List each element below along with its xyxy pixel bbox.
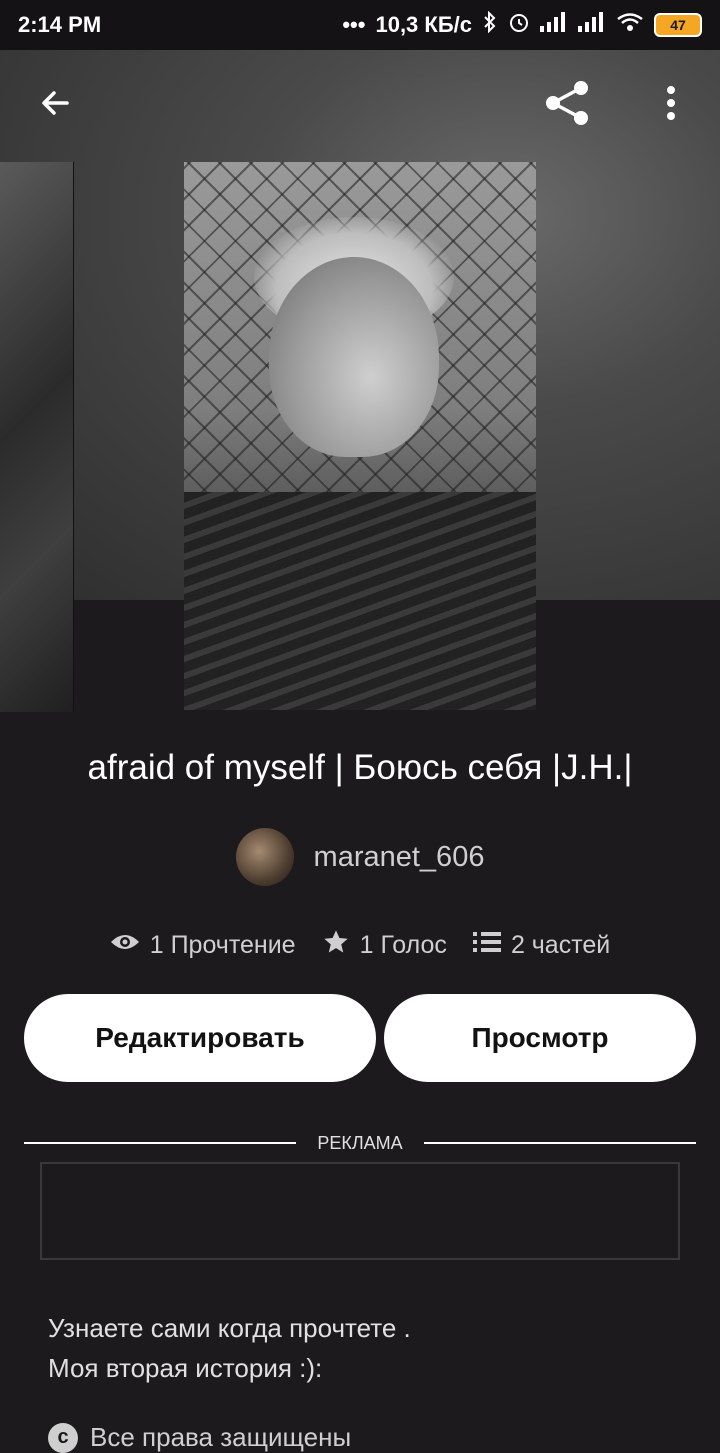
parts-stat: 2 частей (472, 931, 611, 960)
more-options-button[interactable] (636, 70, 706, 140)
divider-line (424, 1142, 696, 1144)
description-line: Моя вторая история :): (48, 1353, 323, 1383)
previous-cover[interactable] (0, 162, 74, 712)
top-nav (0, 70, 720, 140)
author-name[interactable]: maranet_606 (314, 841, 485, 874)
battery-icon: 47 (654, 13, 702, 37)
description-line: Узнаете сами когда прочтете . (48, 1313, 411, 1343)
story-cover[interactable] (184, 162, 536, 710)
votes-stat: 1 Голос (322, 928, 447, 963)
reads-count: 1 Прочтение (149, 931, 296, 959)
copyright-row: c Все права защищены (48, 1422, 351, 1453)
signal-icon (540, 12, 568, 38)
votes-count: 1 Голос (359, 931, 447, 959)
story-stats: 1 Прочтение 1 Голос 2 частей (0, 928, 720, 963)
cover-sweater (184, 492, 536, 710)
bluetooth-icon (482, 10, 498, 39)
net-speed: 10,3 КБ/с (375, 12, 472, 37)
wifi-icon (616, 12, 644, 38)
copyright-icon: c (48, 1422, 78, 1453)
preview-button[interactable]: Просмотр (384, 994, 696, 1082)
cover-face (269, 257, 439, 457)
copyright-text: Все права защищены (90, 1422, 352, 1452)
ad-slot[interactable] (40, 1162, 680, 1260)
status-bar: 2:14 PM ••• 10,3 КБ/с 47 (0, 0, 720, 50)
back-button[interactable] (20, 70, 90, 140)
divider-line (24, 1142, 296, 1144)
eye-icon (110, 931, 140, 960)
parts-count: 2 частей (510, 931, 611, 959)
ad-divider: РЕКЛАМА (24, 1133, 696, 1153)
ad-label: РЕКЛАМА (317, 1133, 403, 1153)
author-row[interactable]: maranet_606 (0, 828, 720, 886)
status-right: ••• 10,3 КБ/с 47 (342, 10, 702, 39)
avatar[interactable] (235, 828, 294, 886)
status-time: 2:14 PM (18, 12, 102, 37)
story-description: Узнаете сами когда прочтете . Моя вторая… (48, 1308, 688, 1388)
reads-stat: 1 Прочтение (110, 931, 296, 960)
share-icon (542, 78, 592, 133)
signal-icon (578, 12, 606, 38)
arrow-back-icon (37, 85, 73, 126)
more-vert-icon (665, 85, 677, 126)
edit-button[interactable]: Редактировать (24, 994, 376, 1082)
share-button[interactable] (532, 70, 602, 140)
alarm-icon (508, 11, 530, 39)
list-icon (472, 931, 501, 960)
star-icon (322, 928, 350, 963)
story-title: afraid of myself | Боюсь себя |J.H.| (87, 748, 633, 787)
notification-dots-icon: ••• (342, 12, 366, 37)
